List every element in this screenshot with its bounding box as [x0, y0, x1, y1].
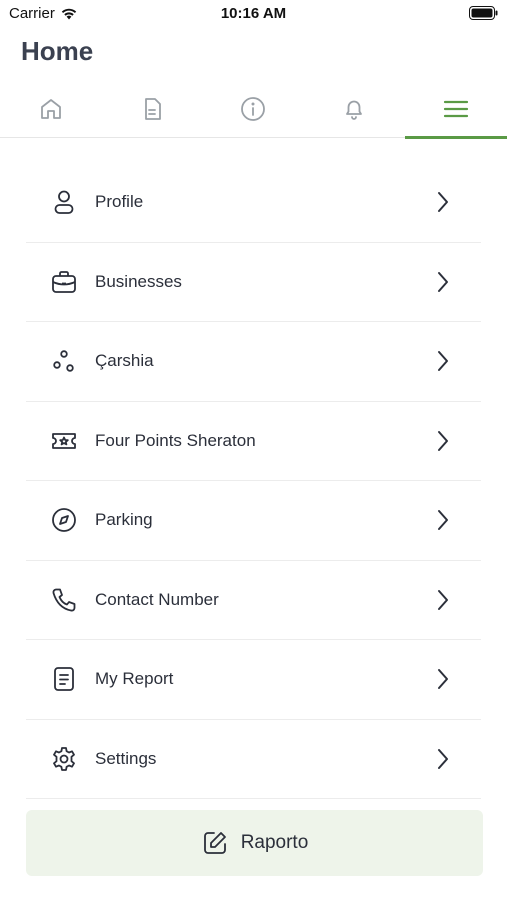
briefcase-icon [52, 270, 76, 293]
menu-item-label: Contact Number [95, 589, 219, 609]
gear-icon [53, 746, 75, 771]
top-tab-bar [0, 80, 507, 139]
menu-item-settings[interactable]: Settings [26, 720, 481, 799]
tab-menu[interactable] [405, 80, 507, 139]
edit-icon [203, 832, 226, 854]
menu-item-carshia[interactable]: Çarshia [26, 322, 481, 402]
tab-home[interactable] [0, 80, 101, 138]
tab-info[interactable] [202, 80, 303, 138]
home-icon [40, 99, 61, 119]
page-title: Home [21, 36, 94, 66]
raporto-button-label: Raporto [240, 832, 309, 853]
chevron-right-icon [438, 351, 448, 372]
user-icon [54, 190, 74, 215]
icon-wrap [50, 665, 78, 693]
chevron-right-icon [438, 669, 448, 690]
dots-icon [53, 350, 74, 372]
icon-wrap [50, 188, 78, 216]
info-icon [240, 97, 265, 121]
menu-item-contact-number[interactable]: Contact Number [26, 561, 481, 640]
menu-icon [443, 100, 469, 118]
chevron-right-icon [438, 510, 448, 531]
chevron-right-icon [438, 589, 448, 610]
report-icon [54, 667, 74, 692]
chevron-right-icon [438, 271, 448, 292]
menu-item-label: Parking [95, 510, 153, 530]
icon-wrap [50, 506, 78, 534]
icon-wrap [50, 268, 78, 296]
menu-item-four-points-sheraton[interactable]: Four Points Sheraton [26, 402, 481, 481]
icon-wrap [50, 347, 78, 375]
chevron-right-icon [438, 192, 448, 213]
menu-item-profile[interactable]: Profile [26, 163, 481, 243]
status-time: 10:16 AM [220, 5, 287, 22]
icon-wrap [50, 745, 78, 773]
tab-documents[interactable] [101, 80, 202, 138]
menu-list: Profile Businesses Çarshia Four Points S… [26, 163, 481, 799]
battery-icon [469, 6, 498, 20]
compass-icon [52, 508, 76, 533]
ticket-star-icon [52, 432, 76, 449]
menu-item-label: Businesses [95, 271, 182, 291]
raporto-button[interactable]: Raporto [26, 810, 483, 876]
chevron-right-icon [438, 430, 448, 451]
icon-wrap [50, 427, 78, 455]
menu-item-label: My Report [95, 669, 174, 689]
menu-item-label: Four Points Sheraton [95, 430, 256, 450]
menu-item-label: Profile [95, 192, 144, 212]
menu-item-parking[interactable]: Parking [26, 481, 481, 561]
menu-item-my-report[interactable]: My Report [26, 640, 481, 720]
tab-notifications[interactable] [303, 80, 404, 138]
phone-icon [52, 588, 76, 612]
menu-item-label: Settings [95, 748, 157, 768]
chevron-right-icon [438, 748, 448, 769]
icon-wrap [50, 586, 78, 614]
menu-item-label: Çarshia [95, 351, 154, 371]
menu-item-businesses[interactable]: Businesses [26, 243, 481, 322]
status-bar: Carrier 10:16 AM [0, 0, 507, 28]
bell-icon [345, 100, 362, 120]
document-icon [144, 98, 161, 120]
